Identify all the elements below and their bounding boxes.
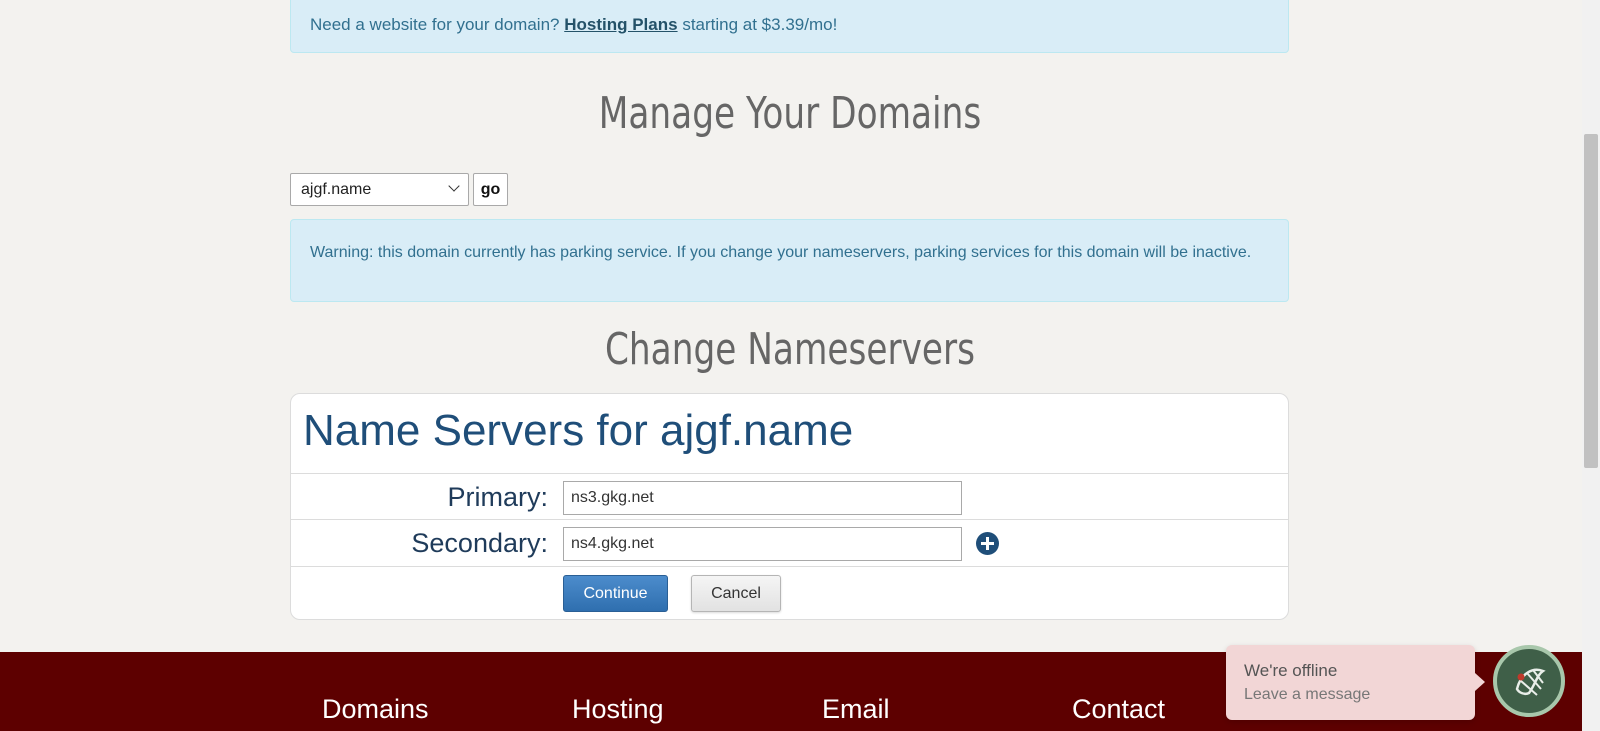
chat-launcher-icon[interactable] <box>1493 645 1565 717</box>
footer-link-email[interactable]: Email <box>822 694 890 725</box>
continue-button[interactable]: Continue <box>563 575 668 612</box>
nameservers-title: Name Servers for ajgf.name <box>303 406 854 455</box>
chat-status: We're offline <box>1244 661 1338 680</box>
globe-icon <box>1515 668 1546 696</box>
chevron-down-icon <box>448 180 460 192</box>
promo-text-before: Need a website for your domain? <box>310 15 560 34</box>
cancel-button[interactable]: Cancel <box>691 575 781 612</box>
manage-domains-heading: Manage Your Domains <box>598 88 982 139</box>
secondary-row: Secondary: ns4.gkg.net <box>291 519 1288 567</box>
domain-select[interactable]: ajgf.name <box>290 173 469 206</box>
page-scrollbar[interactable] <box>1582 0 1600 731</box>
chat-offline-bubble[interactable]: We're offline Leave a message <box>1226 645 1485 720</box>
secondary-nameserver-input[interactable]: ns4.gkg.net <box>563 527 962 561</box>
add-nameserver-plus-icon[interactable] <box>976 532 999 555</box>
nameservers-panel: Name Servers for ajgf.name Primary: ns3.… <box>290 393 1289 620</box>
footer-link-hosting[interactable]: Hosting <box>572 694 664 725</box>
primary-row: Primary: ns3.gkg.net <box>291 473 1288 520</box>
primary-label: Primary: <box>447 482 549 512</box>
change-nameservers-heading: Change Nameservers <box>604 324 976 375</box>
footer-link-contact[interactable]: Contact <box>1072 694 1165 725</box>
parking-warning-alert: Warning: this domain currently has parki… <box>290 219 1289 302</box>
actions-row: Continue Cancel <box>291 566 1288 619</box>
go-button[interactable]: go <box>473 173 508 206</box>
chat-leave-message: Leave a message <box>1244 686 1371 703</box>
scrollbar-thumb[interactable] <box>1584 134 1598 468</box>
hosting-promo-alert: Need a website for your domain? Hosting … <box>290 0 1289 53</box>
promo-text-after: starting at $3.39/mo! <box>682 15 838 34</box>
primary-nameserver-input[interactable]: ns3.gkg.net <box>563 481 962 515</box>
secondary-label: Secondary: <box>411 528 548 558</box>
domain-select-value: ajgf.name <box>301 181 372 198</box>
footer-link-domains[interactable]: Domains <box>322 694 429 725</box>
hosting-plans-link[interactable]: Hosting Plans <box>564 15 677 34</box>
